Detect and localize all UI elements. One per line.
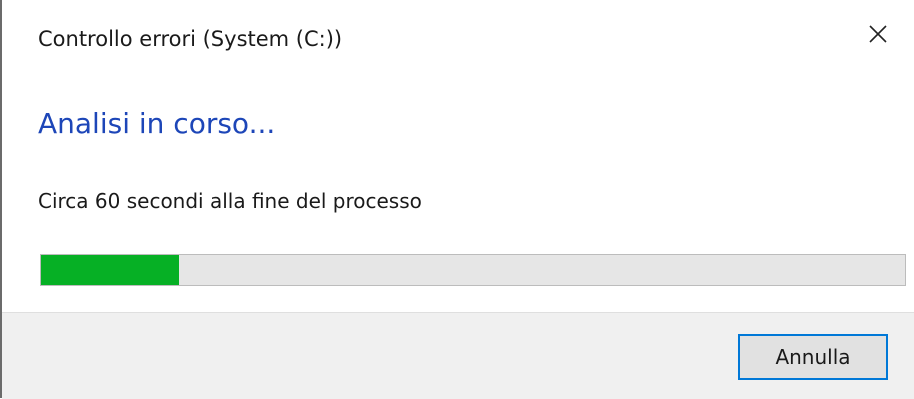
analysis-heading: Analisi in corso...	[38, 107, 276, 140]
close-icon	[868, 24, 888, 48]
close-button[interactable]	[860, 18, 896, 54]
time-remaining-text: Circa 60 secondi alla fine del processo	[38, 189, 422, 213]
window-title: Controllo errori (System (C:))	[38, 27, 343, 51]
dialog-window: Controllo errori (System (C:)) Analisi i…	[0, 0, 914, 399]
progress-bar	[40, 254, 906, 286]
progress-bar-fill	[41, 255, 180, 285]
cancel-button[interactable]: Annulla	[738, 334, 888, 380]
